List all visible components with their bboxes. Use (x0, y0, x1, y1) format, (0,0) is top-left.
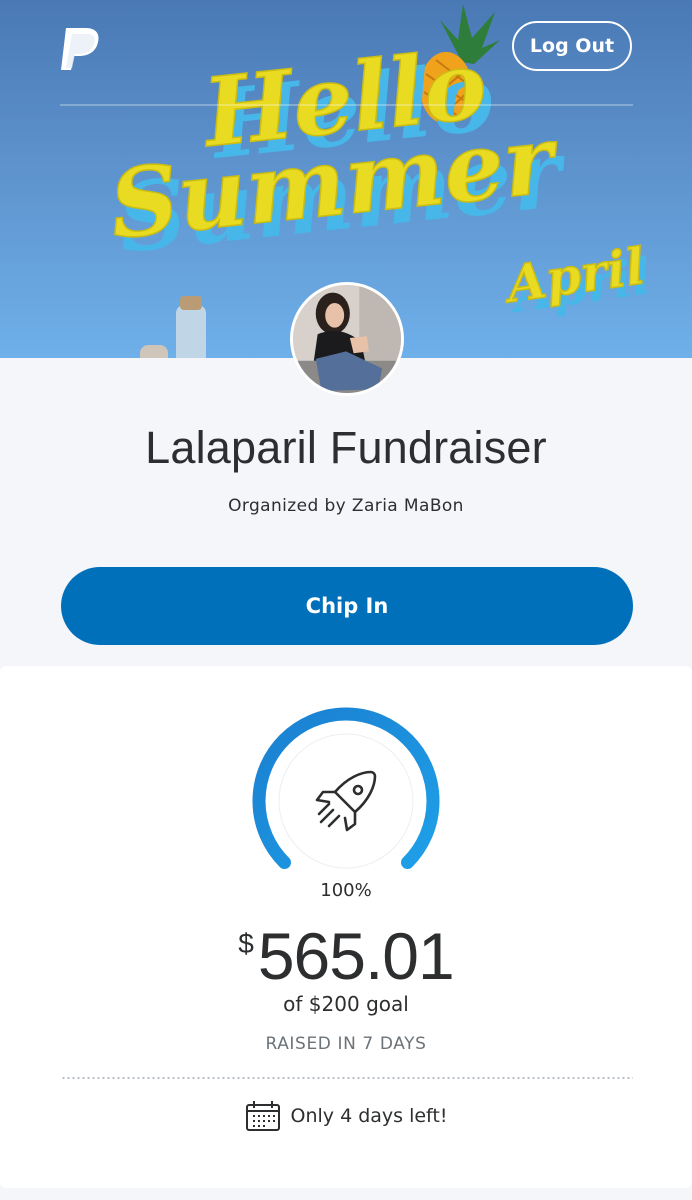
bottle-graphic (140, 296, 206, 358)
banner-divider (60, 104, 633, 106)
raised-duration: RAISED IN 7 DAYS (265, 1034, 427, 1054)
amount-value: 565.01 (257, 919, 455, 993)
rocket-badge (278, 733, 414, 869)
chip-in-button[interactable]: Chip In (61, 567, 633, 645)
goal-text: of $200 goal (283, 992, 409, 1016)
organizer-avatar (290, 282, 404, 396)
progress-ring (252, 707, 440, 870)
calendar-icon (245, 1101, 280, 1131)
banner-text: Hello Summer April (104, 29, 649, 315)
organizer-text: Organized by Zaria MaBon (228, 496, 464, 516)
progress-percent: 100% (320, 880, 372, 901)
svg-text:Summer: Summer (105, 104, 565, 261)
days-left-text: Only 4 days left! (290, 1105, 448, 1127)
paypal-logo[interactable] (58, 26, 102, 72)
days-left: Only 4 days left! (0, 1099, 692, 1133)
currency-symbol: $ (238, 928, 254, 959)
amount-raised: $565.01 (0, 918, 692, 994)
dotted-divider (61, 1076, 633, 1080)
avatar-image (293, 285, 401, 393)
logout-button[interactable]: Log Out (512, 21, 632, 71)
campaign-title: Lalaparil Fundraiser (145, 422, 547, 473)
